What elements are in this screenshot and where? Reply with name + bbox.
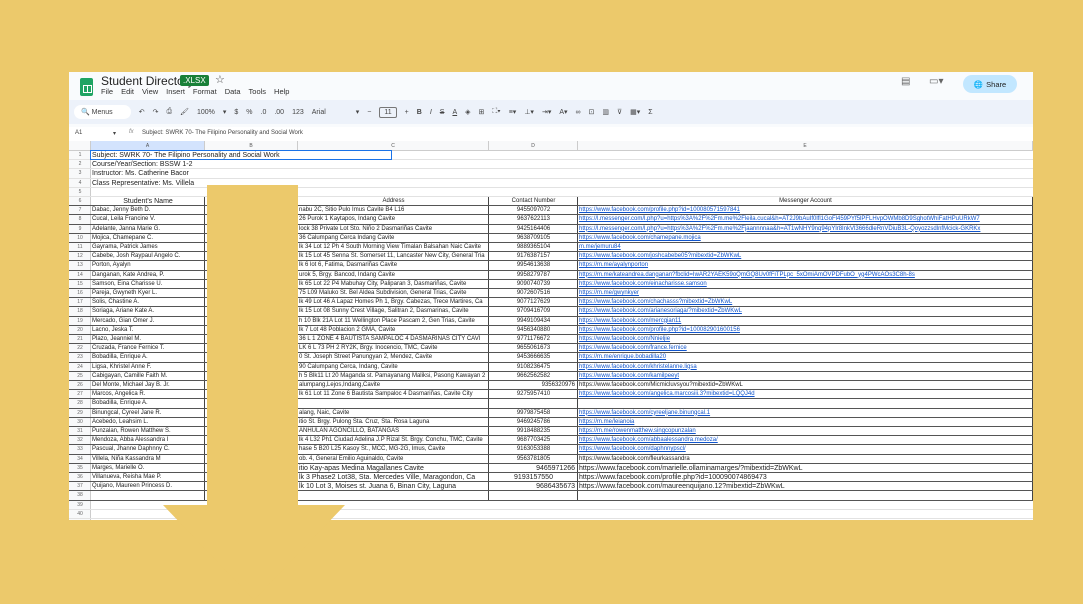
- down-arrow-overlay: [163, 185, 345, 600]
- arrow-shape: [163, 185, 345, 600]
